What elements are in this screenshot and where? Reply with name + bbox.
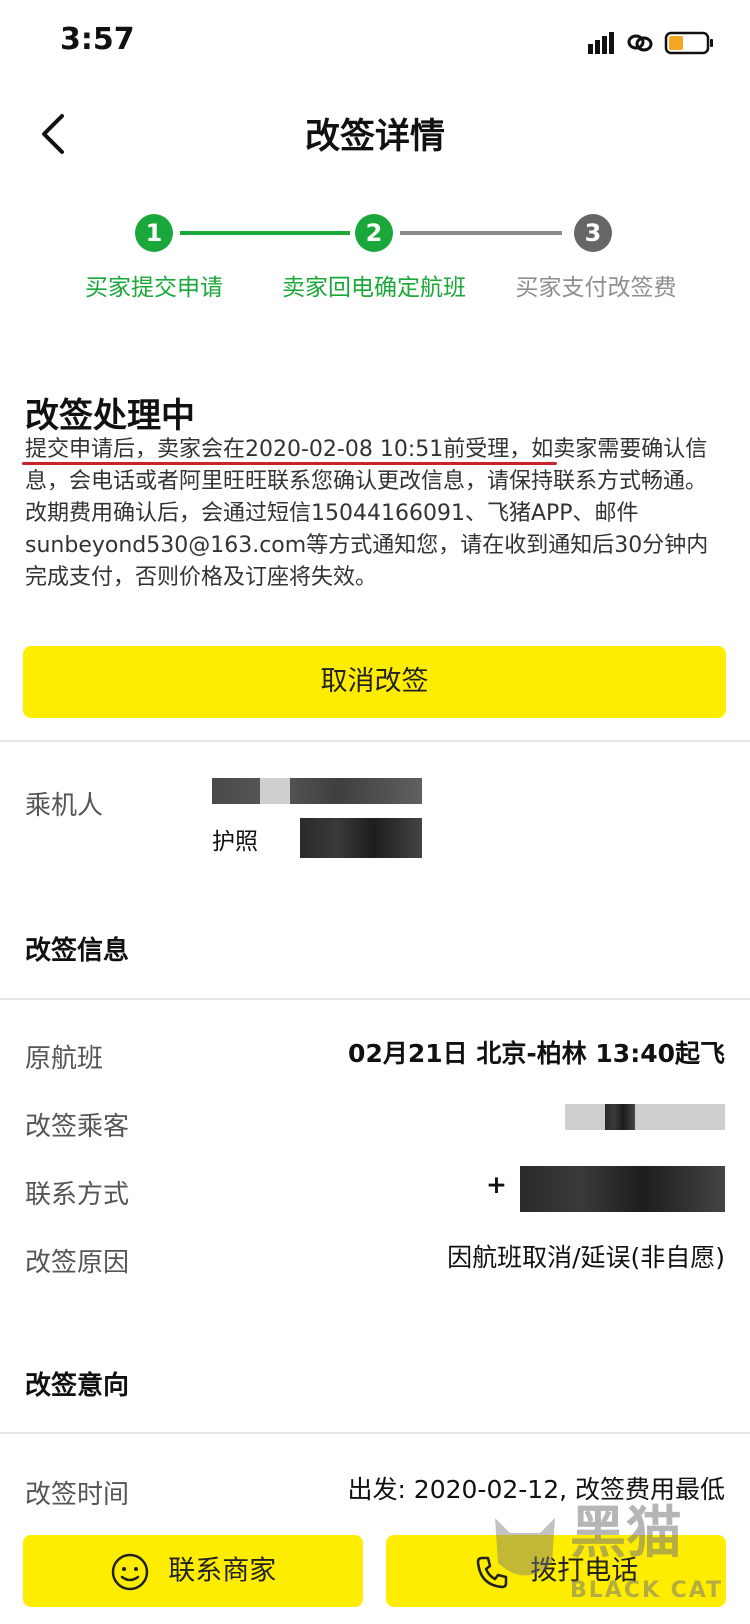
chat-icon [111,1553,148,1590]
signal-icon [588,32,614,54]
passport-number-redacted [300,818,422,858]
contact-seller-button[interactable]: 联系商家 [23,1535,363,1607]
step-connector-1 [180,231,350,235]
step-1-circle: 1 [135,214,173,252]
contact-value: + [486,1170,507,1199]
cancel-change-button[interactable]: 取消改签 [23,646,726,718]
passenger-label: 乘机人 [25,791,104,821]
contact-label: 联系方式 [25,1180,130,1210]
step-2-label: 卖家回电确定航班 [282,275,466,301]
cat-logo-icon [495,1518,555,1576]
original-flight-label: 原航班 [25,1044,104,1074]
watermark-en: BLACK CAT [570,1578,724,1603]
status-time: 3:57 [60,22,135,57]
change-passenger-label: 改签乘客 [25,1112,130,1142]
passenger-name-redacted-light [260,778,290,804]
change-passenger-redacted [565,1104,725,1130]
contact-seller-label: 联系商家 [168,1555,277,1587]
change-reason-label: 改签原因 [25,1248,130,1278]
original-flight-value: 02月21日 北京-柏林 13:40起飞 [348,1039,725,1068]
change-time-label: 改签时间 [25,1480,130,1510]
watermark-cn: 黑猫 [570,1501,682,1566]
step-2-circle: 2 [355,214,393,252]
step-connector-2 [400,231,562,235]
page-title: 改签详情 [304,117,445,157]
change-passenger-redacted-dark [605,1104,635,1130]
passport-label: 护照 [212,829,258,855]
passenger-name-redacted [212,778,422,804]
divider [0,740,750,742]
divider [0,998,750,1000]
step-3-label: 买家支付改签费 [515,275,677,301]
divider [0,1432,750,1434]
processing-title: 改签处理中 [25,396,195,436]
battery-icon [664,31,713,55]
contact-redacted [520,1166,725,1212]
intention-title: 改签意向 [25,1371,130,1401]
step-1-label: 买家提交申请 [85,275,223,301]
watermark: 黑猫 BLACK CAT [490,1498,740,1618]
link-icon [627,34,653,52]
change-info-title: 改签信息 [25,936,130,966]
step-3-circle: 3 [574,214,612,252]
red-underline-annotation [22,462,557,465]
processing-description: 提交申请后，卖家会在2020-02-08 10:51前受理，如卖家需要确认信息，… [25,437,709,590]
change-reason-value: 因航班取消/延误(非自愿) [447,1243,725,1272]
status-icons [588,30,720,56]
